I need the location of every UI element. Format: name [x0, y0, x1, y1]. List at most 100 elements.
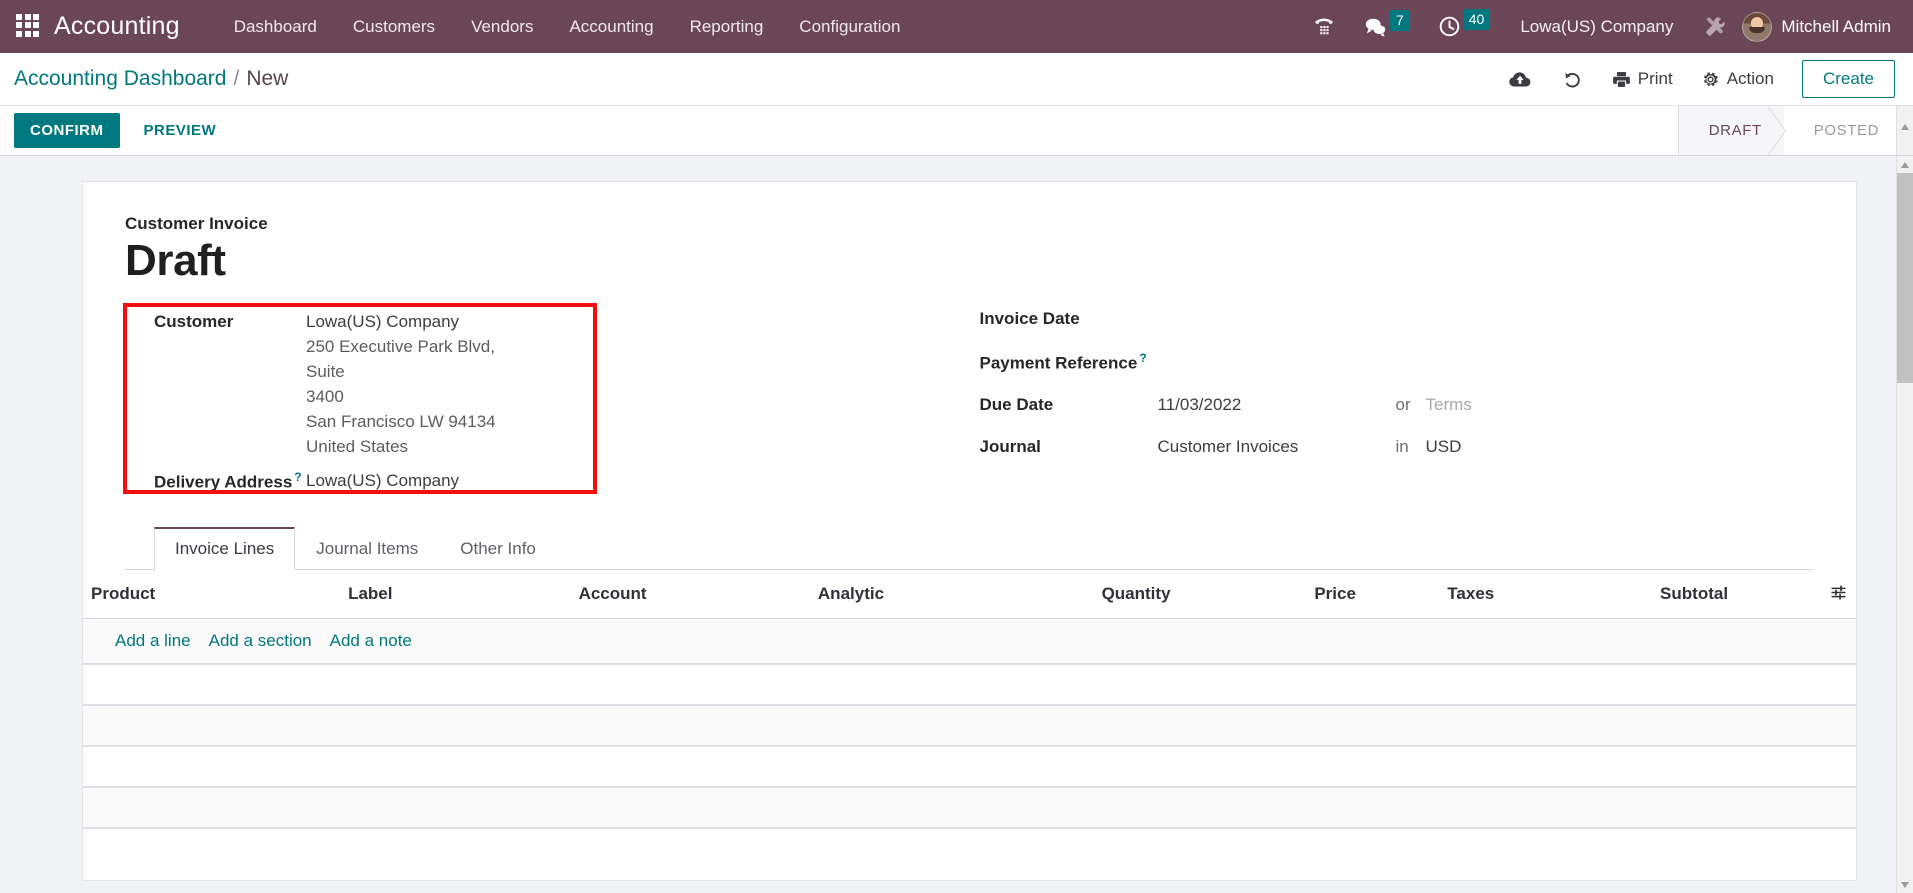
empty-cell [83, 663, 1856, 706]
field-customer: Customer Lowa(US) Company 250 Executive … [125, 309, 970, 460]
chat-bubble-icon [1365, 18, 1386, 37]
add-line-row: Add a line Add a section Add a note [83, 618, 1856, 665]
status-stage-posted[interactable]: POSTED [1783, 106, 1913, 155]
invoice-lines-table: Product Label Account Analytic Quantity … [83, 569, 1856, 829]
form-view-area: Customer Invoice Draft Customer Lowa(US)… [0, 156, 1913, 893]
create-button[interactable]: Create [1801, 60, 1895, 98]
field-invoice-date: Invoice Date [980, 309, 1815, 329]
field-delivery-address-label: Delivery Address? [154, 468, 306, 495]
add-a-line-button[interactable]: Add a line [115, 631, 191, 651]
vertical-scrollbar[interactable] [1896, 156, 1913, 893]
delivery-address-input[interactable]: Lowa(US) Company [306, 468, 459, 493]
add-links: Add a line Add a section Add a note [91, 631, 1848, 651]
column-header-analytic[interactable]: Analytic [809, 569, 1094, 619]
customer-address-line-4: United States [306, 437, 409, 457]
scrollbar-up-arrow[interactable] [1896, 106, 1913, 155]
customer-address: 250 Executive Park Blvd, Suite 3400 San … [306, 334, 536, 460]
column-header-subtotal-label: Subtotal [1660, 583, 1729, 603]
tab-invoice-lines[interactable]: Invoice Lines [154, 526, 296, 570]
column-header-price[interactable]: Price [1306, 569, 1440, 619]
empty-cell [83, 786, 1856, 829]
add-a-section-button[interactable]: Add a section [209, 631, 312, 651]
table-row[interactable] [83, 663, 1856, 706]
column-header-product[interactable]: Product [83, 569, 341, 619]
tab-other-info[interactable]: Other Info [439, 527, 557, 570]
app-brand-title[interactable]: Accounting [54, 12, 180, 41]
breadcrumb-separator: / [233, 67, 240, 90]
payment-reference-label-text: Payment Reference [979, 353, 1138, 373]
control-panel-actions: Print Action Create [1494, 60, 1895, 98]
customer-address-line-1: 250 Executive Park Blvd, Suite [306, 336, 495, 381]
notebook-tabs: Invoice Lines Journal Items Other Info [125, 526, 1814, 570]
payment-reference-help-icon[interactable]: ? [1139, 351, 1146, 365]
apps-grid-icon[interactable] [16, 13, 42, 40]
add-a-note-button[interactable]: Add a note [330, 631, 412, 651]
page-title: Draft [125, 236, 226, 285]
column-header-taxes[interactable]: Taxes [1439, 569, 1653, 619]
invoice-lines-body: Add a line Add a section Add a note [83, 618, 1856, 829]
tab-journal-items[interactable]: Journal Items [295, 527, 439, 570]
print-button[interactable]: Print [1598, 63, 1687, 95]
breadcrumb-current: New [246, 67, 289, 90]
preview-button[interactable]: PREVIEW [128, 113, 233, 148]
add-line-cell: Add a line Add a section Add a note [83, 618, 1856, 665]
invoice-sheet: Customer Invoice Draft Customer Lowa(US)… [82, 181, 1857, 881]
delivery-address-help-icon[interactable]: ? [294, 470, 301, 484]
currency-input[interactable]: USD [1426, 437, 1462, 457]
payment-terms-input[interactable]: Terms [1426, 395, 1472, 415]
field-customer-value-group: Lowa(US) Company 250 Executive Park Blvd… [306, 309, 536, 460]
field-due-date: Due Date 11/03/2022 or Terms [980, 395, 1815, 415]
journal-input[interactable]: Customer Invoices [1158, 437, 1396, 457]
journal-conjunction: in [1395, 437, 1409, 457]
nav-menu-vendors[interactable]: Vendors [453, 2, 551, 51]
activities-menu[interactable]: 40 [1424, 9, 1505, 44]
empty-cell [83, 704, 1856, 747]
avatar[interactable] [1742, 11, 1773, 42]
tools-wrench-icon[interactable] [1689, 8, 1742, 45]
sliders-settings-icon[interactable] [1829, 584, 1848, 601]
systray: 7 40 Lowa(US) Company Mitchell Admin [1298, 8, 1895, 45]
payment-reference-input[interactable] [1158, 353, 1396, 373]
table-row[interactable] [83, 704, 1856, 747]
customer-address-line-3: San Francisco LW 94134 [306, 412, 496, 432]
messages-menu[interactable]: 7 [1350, 9, 1424, 44]
undo-arrow-icon [1564, 72, 1580, 87]
company-switcher[interactable]: Lowa(US) Company [1504, 11, 1689, 43]
due-date-input[interactable]: 11/03/2022 [1158, 395, 1396, 415]
printer-icon [1612, 71, 1630, 87]
control-panel: Accounting Dashboard / New Print Action … [0, 53, 1913, 106]
scrollbar-up-arrow-icon[interactable] [1897, 156, 1913, 173]
phone-dialpad-icon[interactable] [1298, 9, 1350, 45]
breadcrumb-root[interactable]: Accounting Dashboard [14, 67, 226, 91]
discard-record-button[interactable] [1546, 63, 1598, 96]
user-menu[interactable]: Mitchell Admin [1781, 17, 1895, 37]
nav-menu-reporting[interactable]: Reporting [672, 2, 782, 51]
empty-cell [83, 745, 1856, 788]
table-row[interactable] [83, 786, 1856, 829]
column-header-label[interactable]: Label [340, 569, 571, 619]
save-record-button[interactable] [1494, 63, 1546, 95]
field-payment-reference: Payment Reference? [980, 351, 1815, 374]
nav-menu-configuration[interactable]: Configuration [781, 2, 918, 51]
top-navbar: Accounting Dashboard Customers Vendors A… [0, 0, 1913, 53]
table-row[interactable] [83, 745, 1856, 788]
nav-menu-accounting[interactable]: Accounting [551, 2, 671, 51]
confirm-button[interactable]: CONFIRM [14, 113, 120, 148]
messages-count-badge: 7 [1389, 9, 1410, 31]
status-stage-draft[interactable]: DRAFT [1678, 106, 1786, 156]
table-header-row: Product Label Account Analytic Quantity … [83, 569, 1856, 619]
invoice-date-input[interactable] [1158, 309, 1396, 329]
field-delivery-address: Delivery Address? Lowa(US) Company [125, 468, 970, 495]
column-header-quantity[interactable]: Quantity [1093, 569, 1307, 619]
customer-input[interactable]: Lowa(US) Company [306, 309, 536, 334]
nav-menu-dashboard[interactable]: Dashboard [216, 2, 335, 51]
scrollbar-down-arrow-icon[interactable] [1897, 876, 1913, 893]
form-group-left: Customer Lowa(US) Company 250 Executive … [123, 295, 970, 513]
scrollbar-thumb[interactable] [1897, 173, 1913, 383]
nav-menu-customers[interactable]: Customers [335, 2, 453, 51]
activities-count-badge: 40 [1462, 9, 1491, 30]
field-payment-reference-label: Payment Reference? [980, 351, 1158, 374]
action-button[interactable]: Action [1687, 63, 1788, 95]
column-header-account[interactable]: Account [570, 569, 810, 619]
field-journal-label: Journal [979, 437, 1041, 457]
